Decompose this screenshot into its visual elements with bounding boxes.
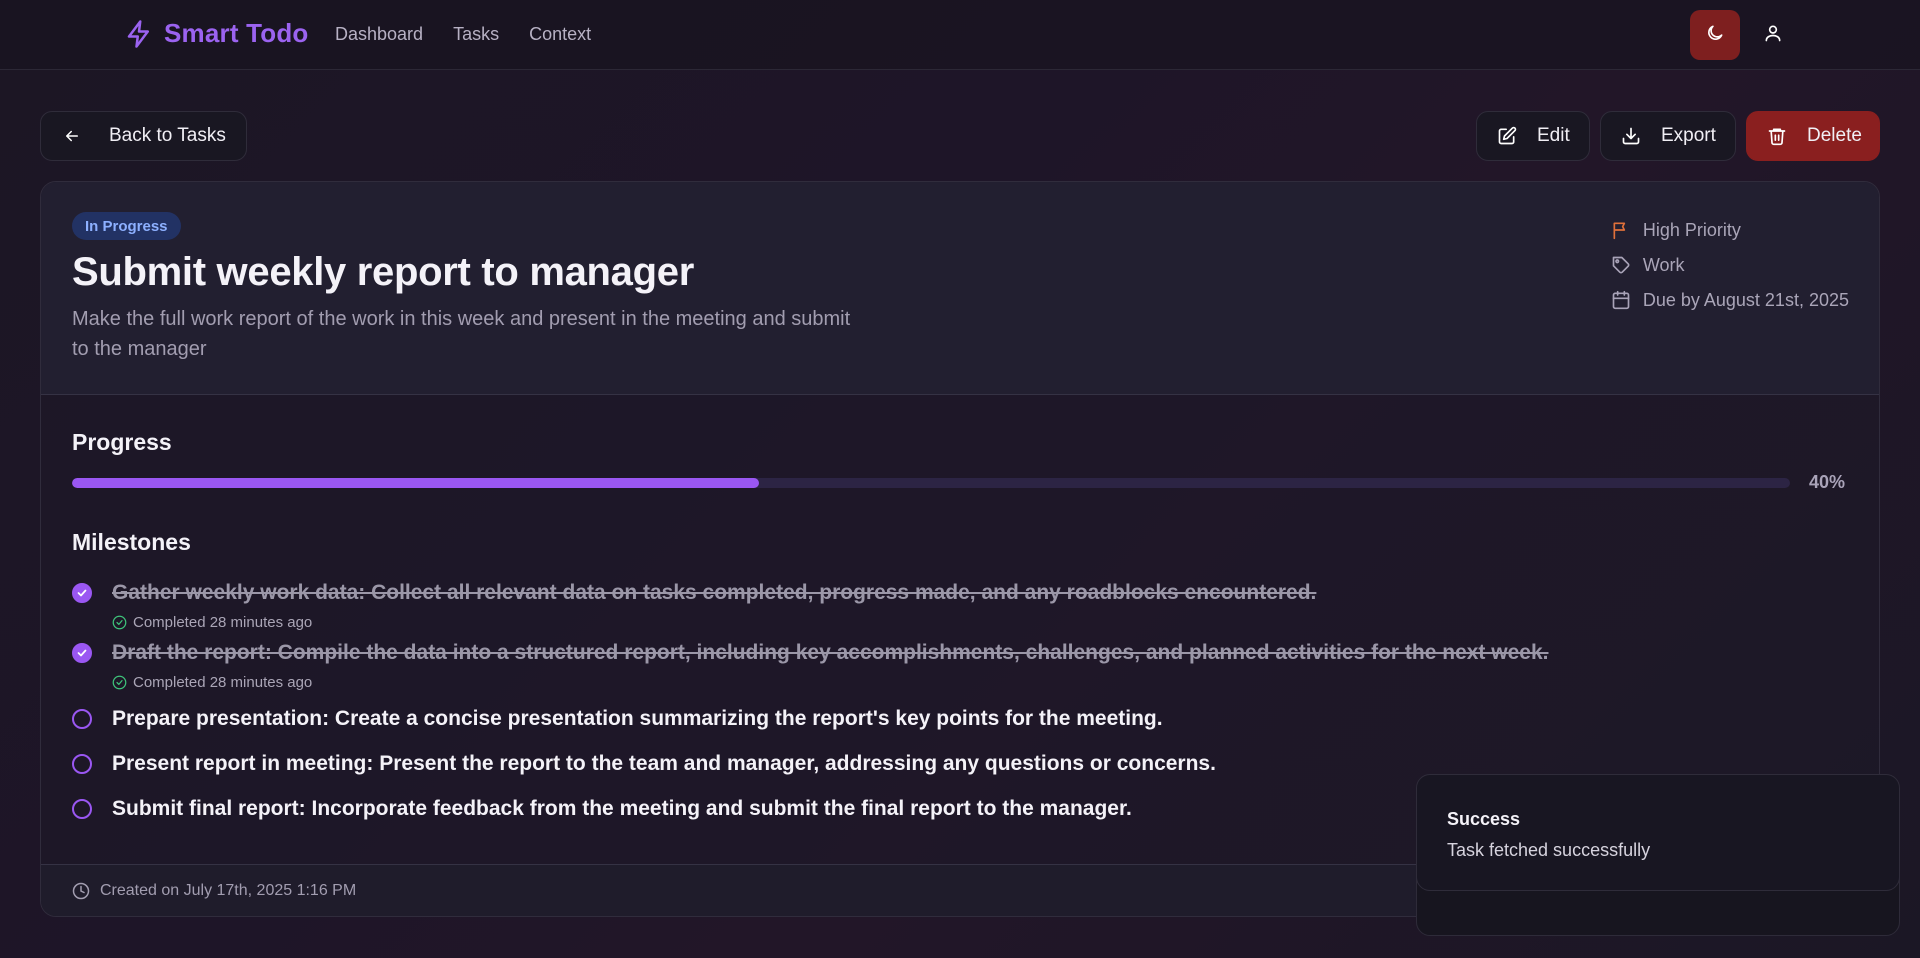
delete-button[interactable]: Delete (1746, 111, 1880, 161)
edit-label: Edit (1537, 125, 1570, 146)
main-nav: Dashboard Tasks Context (335, 24, 591, 45)
export-label: Export (1661, 125, 1716, 146)
nav-dashboard[interactable]: Dashboard (335, 24, 423, 45)
milestone-checkbox[interactable] (72, 643, 92, 663)
milestone-text: Gather weekly work data: Collect all rel… (112, 581, 1317, 604)
progress-title: Progress (72, 429, 172, 455)
milestone-text: Submit final report: Incorporate feedbac… (112, 797, 1132, 820)
priority-row: High Priority (1611, 218, 1849, 242)
download-icon (1621, 126, 1641, 146)
back-label: Back to Tasks (109, 125, 226, 146)
milestone-item: Submit final report: Incorporate feedbac… (72, 794, 1572, 824)
tag-icon (1611, 255, 1631, 275)
theme-toggle-button[interactable] (1690, 10, 1740, 60)
milestone-checkbox[interactable] (72, 799, 92, 819)
milestone-item: Draft the report: Compile the data into … (72, 638, 1572, 692)
progress-percent: 40% (1809, 472, 1846, 492)
delete-label: Delete (1807, 125, 1862, 146)
status-badge: In Progress (72, 212, 181, 240)
task-title: Submit weekly report to manager (72, 250, 694, 294)
user-icon (1763, 23, 1783, 48)
milestone-item: Prepare presentation: Create a concise p… (72, 704, 1572, 734)
milestone-text: Draft the report: Compile the data into … (112, 641, 1549, 664)
moon-icon (1705, 23, 1725, 48)
milestone-completed-note: Completed 28 minutes ago (112, 672, 1572, 692)
edit-icon (1497, 126, 1517, 146)
clock-icon (72, 882, 90, 900)
completed-label: Completed 28 minutes ago (133, 613, 313, 631)
success-toast[interactable]: Success Task fetched successfully (1416, 774, 1900, 891)
priority-label: High Priority (1642, 219, 1741, 240)
category-row: Work (1611, 253, 1849, 277)
milestone-checkbox[interactable] (72, 754, 92, 774)
milestone-text: Present report in meeting: Present the r… (112, 752, 1216, 775)
category-label: Work (1642, 254, 1685, 275)
top-nav: Smart Todo Dashboard Tasks Context (0, 0, 1920, 70)
milestone-checkbox[interactable] (72, 583, 92, 603)
nav-tasks[interactable]: Tasks (453, 24, 499, 45)
milestones-title: Milestones (72, 529, 191, 555)
export-button[interactable]: Export (1600, 111, 1736, 161)
brand-link[interactable]: Smart Todo (124, 18, 309, 49)
back-to-tasks-button[interactable]: Back to Tasks (40, 111, 247, 161)
brand-name: Smart Todo (164, 18, 309, 48)
milestone-checkbox[interactable] (72, 709, 92, 729)
milestone-item: Present report in meeting: Present the r… (72, 749, 1572, 779)
progress-bar-fill (72, 478, 760, 488)
arrow-left-icon (63, 127, 81, 145)
check-icon (76, 647, 88, 659)
toast-message: Task fetched successfully (1447, 840, 1651, 860)
due-date-label: Due by August 21st, 2025 (1642, 289, 1849, 310)
flag-icon (1611, 220, 1631, 240)
due-date-row: Due by August 21st, 2025 (1611, 288, 1849, 312)
milestone-text: Prepare presentation: Create a concise p… (112, 707, 1163, 730)
calendar-icon (1611, 290, 1631, 310)
task-meta: High Priority Work Due by August 21st, 2… (1611, 218, 1849, 312)
completed-label: Completed 28 minutes ago (133, 673, 313, 691)
milestone-list: Gather weekly work data: Collect all rel… (72, 578, 1572, 824)
task-description: Make the full work report of the work in… (72, 308, 851, 360)
milestone-completed-note: Completed 28 minutes ago (112, 612, 1572, 632)
check-circle-icon (112, 675, 127, 690)
edit-button[interactable]: Edit (1476, 111, 1590, 161)
user-menu-button[interactable] (1757, 18, 1789, 52)
trash-icon (1767, 126, 1787, 146)
created-label: Created on July 17th, 2025 1:16 PM (100, 881, 357, 899)
task-header: In Progress Submit weekly report to mana… (41, 182, 1879, 395)
nav-context[interactable]: Context (529, 24, 591, 45)
check-icon (76, 587, 88, 599)
toast-title: Success (1447, 809, 1521, 829)
check-circle-icon (112, 615, 127, 630)
progress-bar (72, 478, 1790, 488)
milestone-item: Gather weekly work data: Collect all rel… (72, 578, 1572, 632)
bolt-icon (124, 19, 154, 49)
